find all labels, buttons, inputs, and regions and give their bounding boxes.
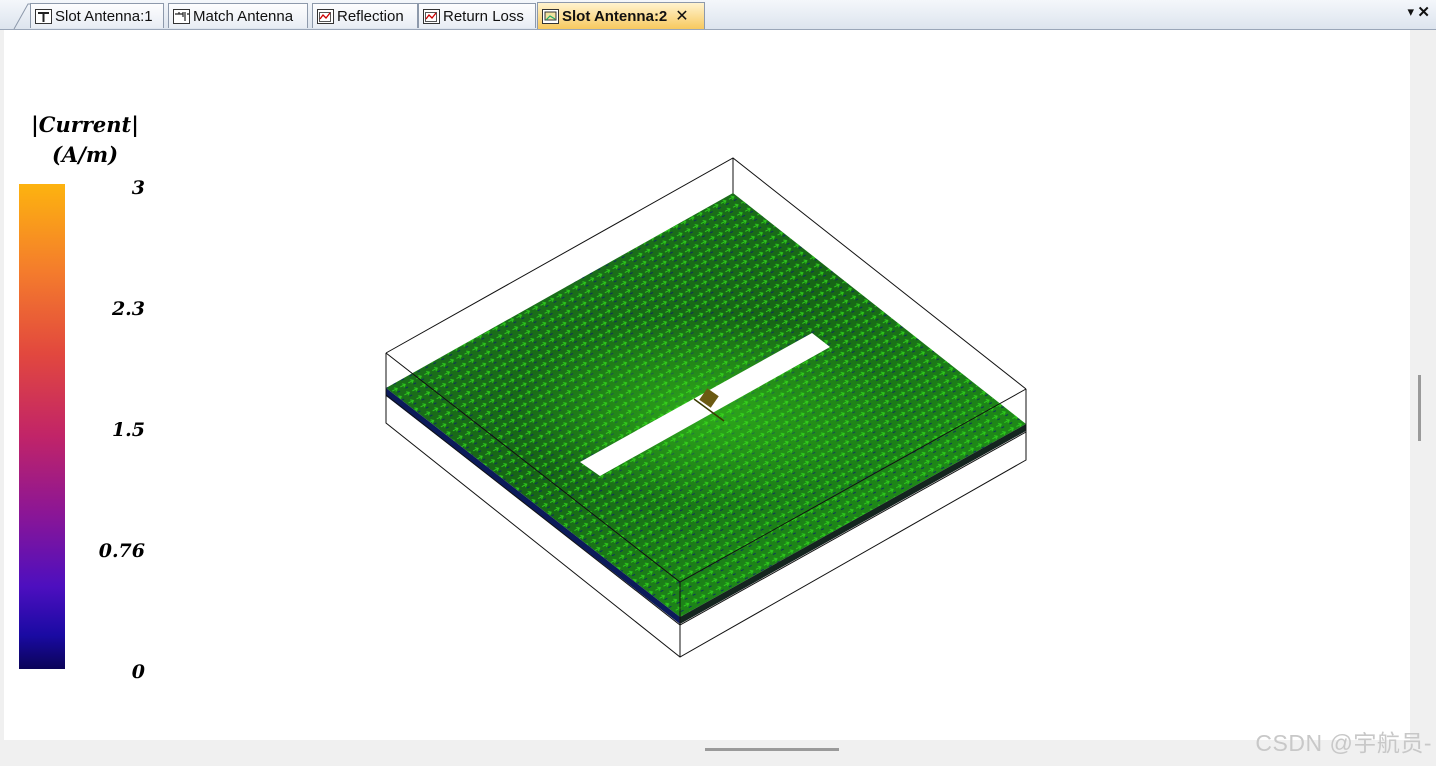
watermark: CSDN @宇航员- [1255, 730, 1432, 756]
current-plot-scene[interactable] [0, 0, 1436, 766]
